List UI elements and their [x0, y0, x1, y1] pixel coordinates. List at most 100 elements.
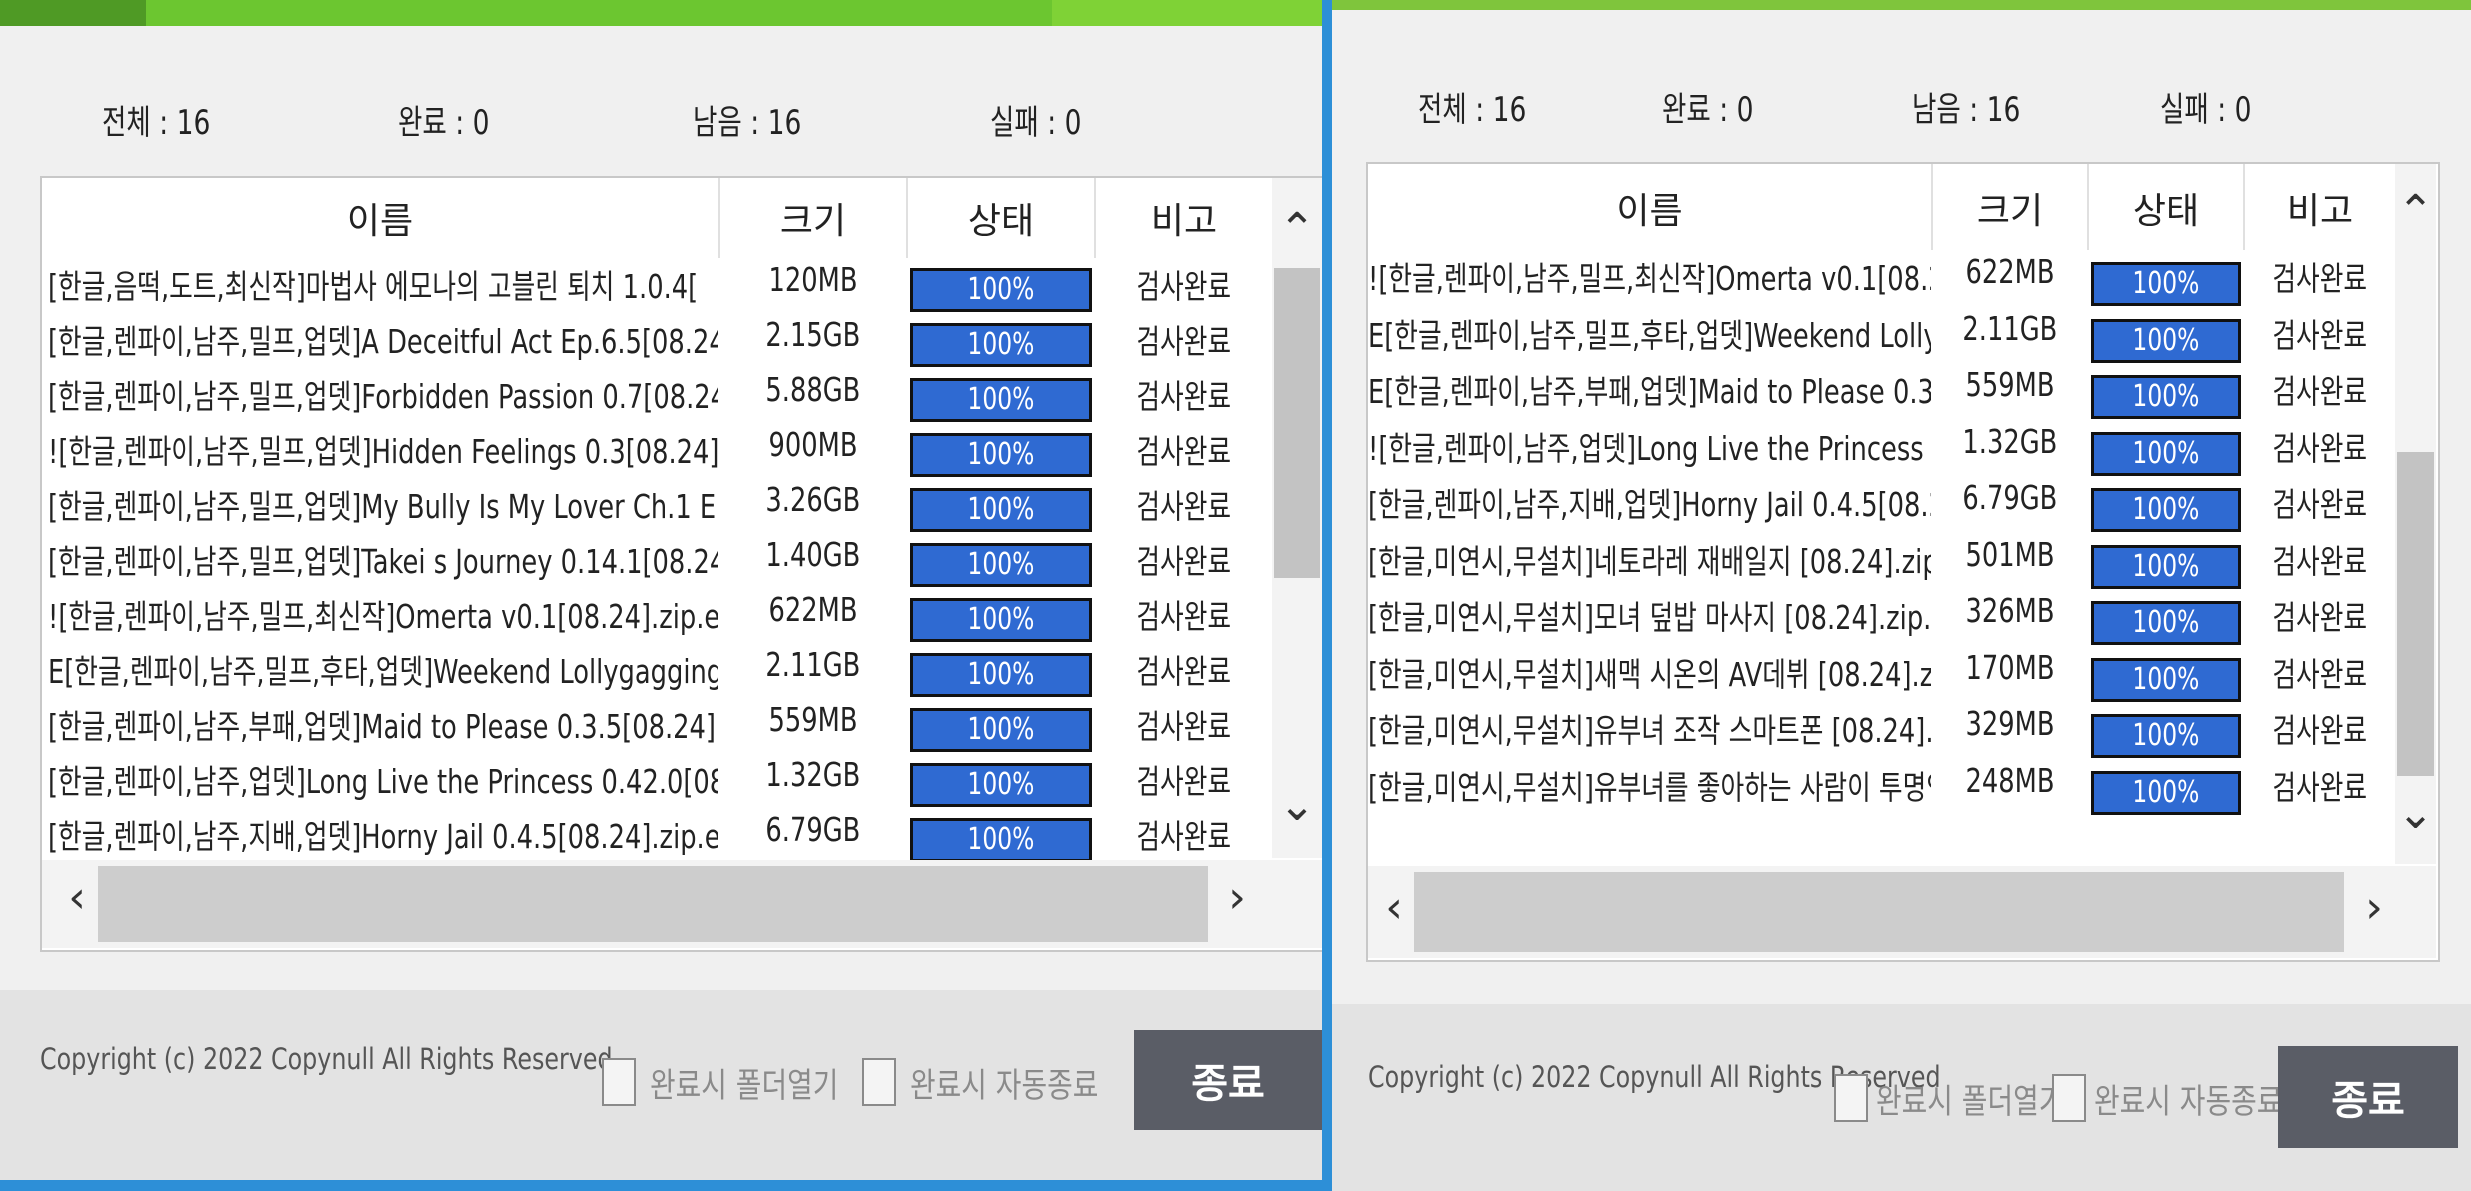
table-row[interactable]: E[한글,렌파이,남주,부패,업뎃]Maid to Please 0.3.5[0…: [1368, 365, 2394, 422]
stat-failed: 실패 : 0: [2160, 90, 2252, 130]
cell-note: 검사완료: [1136, 652, 1232, 691]
progress-bar: 100%: [2091, 375, 2241, 419]
column-header-note[interactable]: 비고: [2245, 182, 2395, 234]
table-row[interactable]: [한글,렌파이,남주,업뎃]Long Live the Princess 0.4…: [42, 755, 1270, 810]
progress-bar: 100%: [910, 763, 1092, 807]
vertical-scroll-thumb[interactable]: [1274, 268, 1320, 578]
table-row[interactable]: [한글,렌파이,남주,지배,업뎃]Horny Jail 0.4.5[08.24]…: [42, 810, 1270, 865]
column-header-name[interactable]: 이름: [1368, 182, 1931, 234]
open-folder-checkbox[interactable]: [1834, 1074, 1868, 1122]
close-button[interactable]: 종료: [2278, 1046, 2458, 1148]
vertical-scrollbar[interactable]: ⌃ ⌄: [1272, 178, 1322, 858]
progress-label: 100%: [2132, 379, 2200, 414]
cell-note: 검사완료: [1136, 377, 1232, 416]
left-window: 전체 : 16 완료 : 0 남음 : 16 실패 : 0 이름 크기 상태 비…: [0, 0, 1322, 1180]
cell-size: 6.79GB: [765, 810, 861, 849]
table-row[interactable]: [한글,렌파이,남주,밀프,업뎃]Takei s Journey 0.14.1[…: [42, 535, 1270, 590]
table-row[interactable]: [한글,미연시,무설치]유부녀 조작 스마트폰 [08.24].zip.ezc 3…: [1368, 704, 2394, 761]
cell-size: 559MB: [768, 700, 858, 739]
auto-exit-checkbox[interactable]: [862, 1058, 896, 1106]
cell-note: 검사완료: [2272, 654, 2368, 694]
cell-note: 검사완료: [1136, 817, 1232, 856]
column-header-note[interactable]: 비고: [1096, 192, 1272, 244]
footer: Copyright (c) 2022 Copynull All Rights R…: [1332, 1004, 2471, 1191]
column-header-size[interactable]: 크기: [720, 192, 906, 244]
scroll-up-icon[interactable]: ⌃: [1272, 208, 1322, 252]
progress-bar: 100%: [910, 323, 1092, 367]
table-row[interactable]: ![한글,렌파이,남주,업뎃]Long Live the Princess 0.…: [1368, 422, 2394, 479]
open-folder-checkbox[interactable]: [602, 1058, 636, 1106]
table-row[interactable]: ![한글,렌파이,남주,밀프,업뎃]Hidden Feelings 0.3[08…: [42, 425, 1270, 480]
progress-bar: 100%: [2091, 601, 2241, 645]
title-bar: [1332, 0, 2471, 10]
horizontal-scroll-thumb[interactable]: [98, 866, 1208, 942]
cell-size: 5.88GB: [765, 370, 861, 409]
progress-label: 100%: [2132, 718, 2200, 753]
progress-label: 100%: [2132, 322, 2200, 358]
vertical-scrollbar[interactable]: ⌃ ⌄: [2395, 164, 2436, 864]
open-folder-label[interactable]: 완료시 폴더열기: [650, 1058, 838, 1107]
table-row[interactable]: [한글,미연시,무설치]네토라레 재배일지 [08.24].zip.ezc 501…: [1368, 535, 2394, 592]
table-row[interactable]: [한글,렌파이,남주,밀프,업뎃]Forbidden Passion 0.7[0…: [42, 370, 1270, 425]
table-row[interactable]: [한글,미연시,무설치]새맥 시온의 AV데뷔 [08.24].zip.ezc 1…: [1368, 648, 2394, 705]
column-header-name[interactable]: 이름: [42, 192, 718, 244]
table-row[interactable]: E[한글,렌파이,남주,밀프,후타,업뎃]Weekend Lollygaggin…: [42, 645, 1270, 700]
horizontal-scrollbar[interactable]: ‹ ›: [42, 860, 1322, 948]
column-separator: [2243, 164, 2245, 250]
cell-note: 검사완료: [2272, 598, 2368, 637]
scroll-up-icon[interactable]: ⌃: [2395, 190, 2436, 234]
progress-bar: 100%: [910, 653, 1092, 697]
cell-note: 검사완료: [2272, 767, 2368, 807]
cell-name: [한글,렌파이,남주,지배,업뎃]Horny Jail 0.4.5[08.24]…: [48, 817, 718, 856]
table-row[interactable]: ![한글,렌파이,남주,밀프,최신작]Omerta v0.1[08.24].zi…: [42, 590, 1270, 645]
vertical-scroll-thumb[interactable]: [2397, 452, 2434, 776]
scroll-right-icon[interactable]: ›: [1212, 876, 1262, 920]
scroll-left-icon[interactable]: ‹: [1372, 886, 1416, 930]
progress-bar: 100%: [910, 433, 1092, 477]
title-bar-accent-dark: [0, 0, 146, 26]
table-row[interactable]: [한글,음떡,도트,최신작]마법사 에모나의 고블린 퇴치 1.0.4[120M…: [42, 260, 1270, 315]
cell-name: ![한글,렌파이,남주,밀프,최신작]Omerta v0.1[08.24].zi…: [48, 597, 718, 636]
table-row[interactable]: [한글,렌파이,남주,지배,업뎃]Horny Jail 0.4.5[08.24]…: [1368, 478, 2394, 535]
open-folder-label[interactable]: 완료시 폴더열기: [1876, 1074, 2064, 1123]
scroll-right-icon[interactable]: ›: [2352, 886, 2396, 930]
progress-label: 100%: [2132, 435, 2200, 471]
column-separator: [2087, 164, 2089, 250]
close-button[interactable]: 종료: [1134, 1030, 1322, 1130]
progress-label: 100%: [967, 437, 1035, 472]
table-row[interactable]: [한글,미연시,무설치]모녀 덮밥 마사지 [08.24].zip.ezc 326…: [1368, 591, 2394, 648]
horizontal-scroll-thumb[interactable]: [1414, 872, 2344, 952]
horizontal-scrollbar[interactable]: ‹ ›: [1368, 866, 2436, 958]
stat-total: 전체 : 16: [1418, 90, 1527, 130]
column-header-status[interactable]: 상태: [908, 192, 1094, 244]
stat-done: 완료 : 0: [1662, 90, 1754, 130]
column-separator: [1931, 164, 1933, 250]
cell-note: 검사완료: [2272, 541, 2368, 581]
cell-name: [한글,렌파이,남주,밀프,업뎃]Forbidden Passion 0.7[0…: [48, 377, 718, 416]
cell-size: 120MB: [768, 260, 858, 299]
cell-size: 2.11GB: [765, 645, 861, 684]
column-header-status[interactable]: 상태: [2089, 182, 2243, 234]
progress-bar: 100%: [2091, 488, 2241, 532]
cell-note: 검사완료: [1136, 707, 1232, 746]
cell-note: 검사완료: [1136, 267, 1232, 306]
table-row[interactable]: [한글,렌파이,남주,밀프,업뎃]A Deceitful Act Ep.6.5[…: [42, 315, 1270, 370]
table-row[interactable]: [한글,미연시,무설치]유부녀를 좋아하는 사람이 투명인간이 248MB 100%…: [1368, 761, 2394, 818]
scroll-down-icon[interactable]: ⌄: [1272, 784, 1322, 828]
scroll-down-icon[interactable]: ⌄: [2395, 792, 2436, 836]
auto-exit-label[interactable]: 완료시 자동종료: [2094, 1074, 2282, 1123]
table-row[interactable]: [한글,렌파이,남주,밀프,업뎃]My Bully Is My Lover Ch…: [42, 480, 1270, 535]
cell-name: [한글,렌파이,남주,밀프,업뎃]Takei s Journey 0.14.1[…: [48, 542, 718, 581]
cell-name: [한글,렌파이,남주,밀프,업뎃]My Bully Is My Lover Ch…: [48, 487, 717, 526]
auto-exit-label[interactable]: 완료시 자동종료: [910, 1058, 1098, 1107]
cell-size: 2.15GB: [765, 315, 861, 354]
copyright-text: Copyright (c) 2022 Copynull All Rights R…: [40, 1042, 613, 1076]
column-header-size[interactable]: 크기: [1933, 182, 2087, 234]
cell-size: 622MB: [768, 590, 858, 629]
auto-exit-checkbox[interactable]: [2052, 1074, 2086, 1122]
progress-label: 100%: [967, 492, 1035, 527]
table-row[interactable]: E[한글,렌파이,남주,밀프,후타,업뎃]Weekend Lollygaggin…: [1368, 309, 2394, 366]
table-row[interactable]: [한글,렌파이,남주,부패,업뎃]Maid to Please 0.3.5[08…: [42, 700, 1270, 755]
table-row[interactable]: ![한글,렌파이,남주,밀프,최신작]Omerta v0.1[08.24].zi…: [1368, 252, 2394, 309]
scroll-left-icon[interactable]: ‹: [52, 876, 102, 920]
